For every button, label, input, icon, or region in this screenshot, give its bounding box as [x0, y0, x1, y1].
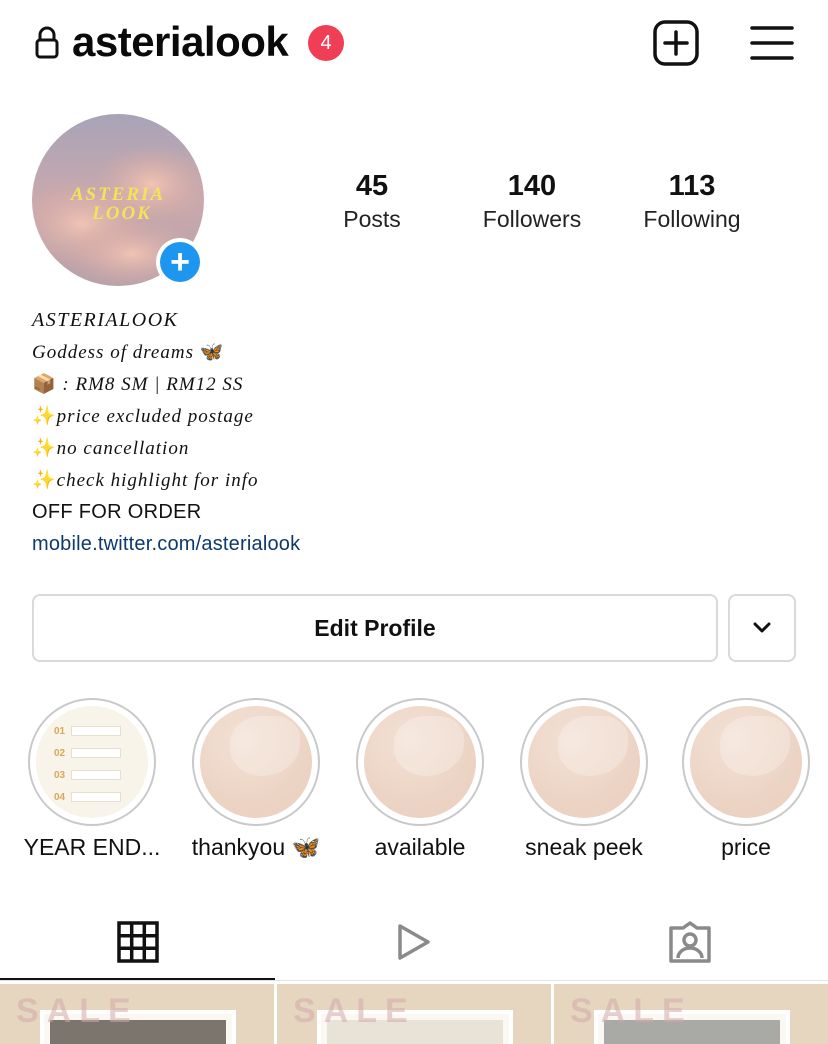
- tab-posts-grid[interactable]: [0, 904, 275, 980]
- tagged-icon: [669, 921, 711, 963]
- highlight-cover: [192, 698, 320, 826]
- highlight-cover: [520, 698, 648, 826]
- bio-text: price excluded postage: [56, 406, 254, 427]
- posts-count[interactable]: 45 Posts: [292, 168, 452, 234]
- grid-icon: [116, 921, 159, 963]
- highlight-cover-image: [528, 706, 640, 818]
- post-thumbnail[interactable]: SALE: [277, 984, 551, 1044]
- highlight-cover-image: [200, 706, 312, 818]
- bio-text: Goddess of dreams: [32, 342, 194, 363]
- post-overlay-text: SALE: [293, 992, 416, 1030]
- post-overlay-text: SALE: [16, 992, 139, 1030]
- bio-line: Goddess of dreams 🦋: [32, 336, 792, 368]
- following-count-label: Following: [643, 206, 741, 232]
- highlight-label: YEAR END...: [23, 834, 161, 860]
- svg-text:LOOK: LOOK: [91, 203, 152, 224]
- following-count-value: 113: [668, 170, 716, 202]
- highlight-cover: [356, 698, 484, 826]
- highlight-label: price: [721, 834, 771, 860]
- bio-text: check highlight for info: [56, 470, 259, 491]
- bio-text: : RM8 SM | RM12 SS: [62, 374, 244, 395]
- post-thumbnail[interactable]: SALE: [0, 984, 274, 1044]
- posts-count-value: 45: [355, 170, 389, 202]
- add-story-button[interactable]: +: [156, 238, 204, 286]
- bio-line: 📦 : RM8 SM | RM12 SS: [32, 368, 792, 400]
- lock-icon: [35, 26, 59, 59]
- display-name: ASTERIALOOK: [32, 309, 179, 331]
- tab-tagged[interactable]: [552, 904, 828, 980]
- highlight-label: available: [374, 834, 466, 860]
- tab-divider: [0, 980, 828, 981]
- highlight-cover-image: 01 02 03 04: [36, 706, 148, 818]
- plus-icon: +: [160, 242, 200, 282]
- bio-line: ✨check highlight for info: [32, 464, 792, 496]
- profile-bio: ASTERIALOOK Goddess of dreams 🦋 📦 : RM8 …: [32, 304, 792, 560]
- followers-count-value: 140: [507, 170, 557, 202]
- highlight-label: sneak peek: [525, 834, 643, 860]
- sparkles-emoji: ✨: [32, 405, 57, 427]
- posts-count-label: Posts: [343, 206, 401, 232]
- profile-link[interactable]: mobile.twitter.com/asterialook: [32, 528, 792, 560]
- bio-line: ✨price excluded postage: [32, 400, 792, 432]
- top-bar: asterialook 4: [0, 0, 828, 86]
- highlight-cover: 01 02 03 04: [28, 698, 156, 826]
- package-emoji: 📦: [32, 373, 57, 395]
- story-highlight[interactable]: price: [664, 698, 828, 861]
- menu-icon[interactable]: [750, 24, 794, 62]
- suggestions-dropdown-button[interactable]: [728, 594, 796, 662]
- account-username[interactable]: asterialook: [72, 18, 289, 66]
- following-count[interactable]: 113 Following: [612, 168, 772, 234]
- svg-text:ASTERIA: ASTERIA: [70, 184, 165, 205]
- butterfly-emoji: 🦋: [199, 341, 225, 363]
- notification-badge[interactable]: 4: [308, 25, 344, 61]
- story-highlight[interactable]: 01 02 03 04 YEAR END...: [10, 698, 174, 861]
- bio-line: OFF FOR ORDER: [32, 501, 202, 523]
- highlight-cover-image: [690, 706, 802, 818]
- sparkles-emoji: ✨: [32, 469, 57, 491]
- sparkles-emoji: ✨: [32, 437, 57, 459]
- highlight-cover: [682, 698, 810, 826]
- post-overlay-text: SALE: [570, 992, 693, 1030]
- story-highlight[interactable]: sneak peek: [502, 698, 666, 861]
- post-thumbnail[interactable]: SALE: [554, 984, 828, 1044]
- followers-count-label: Followers: [482, 206, 582, 232]
- followers-count[interactable]: 140 Followers: [452, 168, 612, 234]
- story-highlight[interactable]: thankyou 🦋: [174, 698, 338, 861]
- highlight-label: thankyou 🦋: [191, 834, 321, 860]
- chevron-down-icon: [753, 622, 771, 633]
- highlight-cover-image: [364, 706, 476, 818]
- bio-line: ✨no cancellation: [32, 432, 792, 464]
- new-post-icon[interactable]: [652, 20, 700, 66]
- story-highlight[interactable]: available: [338, 698, 502, 861]
- reels-icon: [398, 924, 430, 960]
- tab-reels[interactable]: [276, 904, 552, 980]
- bio-text: no cancellation: [56, 438, 190, 459]
- edit-profile-button[interactable]: Edit Profile: [32, 594, 718, 662]
